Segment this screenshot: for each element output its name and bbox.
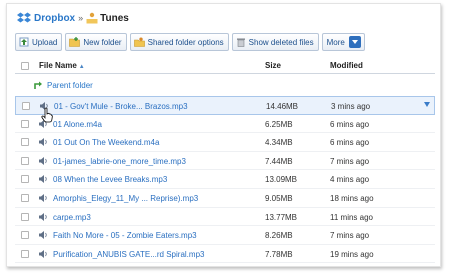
- dropbox-window: Dropbox » Tunes Upload New folder Shared…: [6, 3, 441, 267]
- parent-folder-link[interactable]: Parent folder: [33, 81, 93, 90]
- row-checkbox[interactable]: [21, 212, 29, 221]
- dropbox-logo-icon: [17, 12, 31, 23]
- breadcrumb-current: Tunes: [100, 12, 129, 24]
- file-size: 7.44MB: [265, 156, 293, 166]
- new-folder-icon: [69, 37, 81, 47]
- row-checkbox[interactable]: [21, 175, 29, 184]
- sort-ascending-icon: ▲: [78, 64, 85, 70]
- more-label: More: [326, 37, 345, 47]
- breadcrumb: Dropbox » Tunes: [17, 10, 129, 26]
- upload-label: Upload: [32, 37, 58, 47]
- column-header-size[interactable]: Size: [265, 61, 281, 70]
- column-header-name-label: File Name: [39, 61, 77, 70]
- file-name-link[interactable]: 08 When the Levee Breaks.mp3: [53, 175, 167, 184]
- audio-file-icon: [39, 193, 47, 202]
- audio-file-icon: [39, 212, 47, 221]
- row-checkbox[interactable]: [21, 119, 29, 128]
- row-checkbox[interactable]: [21, 249, 29, 258]
- shared-folder-icon: [86, 12, 98, 24]
- row-menu-chevron-icon[interactable]: [424, 102, 430, 107]
- file-name-link[interactable]: Amorphis_Elegy_11_My ... Reprise).mp3: [53, 194, 198, 203]
- file-name-link[interactable]: Purification_ANUBIS GATE...rd Spiral.mp3: [53, 250, 204, 259]
- file-size: 14.46MB: [266, 102, 299, 111]
- audio-file-icon: [39, 249, 47, 258]
- file-list: 01 - Gov't Mule - Broke... Brazos.mp3 14…: [15, 96, 435, 264]
- file-modified: 4 mins ago: [330, 175, 370, 185]
- chevron-down-icon: [348, 36, 361, 48]
- new-folder-label: New folder: [83, 37, 122, 47]
- audio-file-icon: [39, 231, 47, 240]
- file-modified: 11 mins ago: [330, 212, 373, 222]
- file-name-link[interactable]: 01 Alone.m4a: [53, 120, 102, 129]
- show-deleted-files-label: Show deleted files: [248, 37, 314, 47]
- audio-file-icon: [39, 156, 47, 165]
- show-deleted-files-button[interactable]: Show deleted files: [231, 33, 319, 51]
- row-checkbox[interactable]: [21, 156, 29, 165]
- file-size: 13.77MB: [265, 212, 298, 222]
- file-size: 4.34MB: [265, 138, 293, 148]
- table-row[interactable]: 01 Alone.m4a 6.25MB 6 mins ago: [15, 115, 435, 134]
- file-name-link[interactable]: Faith No More - 05 - Zombie Eaters.mp3: [53, 231, 197, 240]
- table-row[interactable]: 01 Out On The Weekend.m4a 4.34MB 6 mins …: [15, 133, 435, 152]
- table-row[interactable]: 01 - Gov't Mule - Broke... Brazos.mp3 14…: [15, 96, 435, 115]
- upload-icon: [19, 37, 29, 47]
- table-header: File Name ▲ Size Modified: [15, 58, 435, 74]
- trash-icon: [236, 38, 245, 47]
- file-name-link[interactable]: 01 - Gov't Mule - Broke... Brazos.mp3: [54, 102, 188, 111]
- file-size: 8.26MB: [265, 231, 293, 241]
- file-modified: 7 mins ago: [330, 231, 370, 241]
- upload-button[interactable]: Upload: [15, 33, 63, 51]
- hand-cursor-icon: [41, 107, 53, 123]
- file-size: 13.09MB: [265, 175, 298, 185]
- select-all-checkbox[interactable]: [21, 62, 29, 70]
- file-modified: 3 mins ago: [331, 102, 371, 111]
- row-checkbox[interactable]: [22, 102, 30, 110]
- shared-folder-options-label: Shared folder options: [147, 37, 224, 47]
- breadcrumb-root-link[interactable]: Dropbox: [34, 13, 75, 24]
- file-modified: 18 mins ago: [330, 193, 374, 203]
- file-size: 7.78MB: [265, 249, 293, 259]
- file-size: 9.05MB: [265, 193, 293, 203]
- table-row[interactable]: carpe.mp3 13.77MB 11 mins ago: [15, 208, 435, 227]
- column-header-name[interactable]: File Name ▲: [39, 61, 85, 70]
- more-menu-button[interactable]: More: [321, 33, 365, 51]
- table-row[interactable]: 08 When the Levee Breaks.mp3 13.09MB 4 m…: [15, 170, 435, 189]
- shared-folder-options-icon: [133, 37, 145, 47]
- toolbar: Upload New folder Shared folder options …: [15, 33, 365, 51]
- table-row[interactable]: Faith No More - 05 - Zombie Eaters.mp3 8…: [15, 226, 435, 245]
- parent-folder-label: Parent folder: [47, 81, 93, 90]
- shared-folder-options-button[interactable]: Shared folder options: [129, 33, 229, 51]
- file-name-link[interactable]: carpe.mp3: [53, 213, 91, 222]
- up-arrow-icon: [34, 81, 42, 89]
- file-modified: 7 mins ago: [330, 156, 370, 166]
- table-row[interactable]: 01-james_labrie-one_more_time.mp3 7.44MB…: [15, 152, 435, 171]
- file-modified: 6 mins ago: [330, 119, 370, 129]
- file-name-link[interactable]: 01 Out On The Weekend.m4a: [53, 138, 159, 147]
- file-size: 6.25MB: [265, 119, 293, 129]
- row-checkbox[interactable]: [21, 193, 29, 202]
- table-row[interactable]: Purification_ANUBIS GATE...rd Spiral.mp3…: [15, 245, 435, 264]
- file-modified: 19 mins ago: [330, 249, 374, 259]
- row-checkbox[interactable]: [21, 231, 29, 240]
- file-name-link[interactable]: 01-james_labrie-one_more_time.mp3: [53, 157, 186, 166]
- audio-file-icon: [39, 138, 47, 147]
- new-folder-button[interactable]: New folder: [65, 33, 127, 51]
- row-checkbox[interactable]: [21, 138, 29, 147]
- breadcrumb-separator: »: [78, 13, 84, 23]
- file-modified: 6 mins ago: [330, 138, 370, 148]
- column-header-modified[interactable]: Modified: [330, 61, 363, 70]
- audio-file-icon: [39, 175, 47, 184]
- table-row[interactable]: Amorphis_Elegy_11_My ... Reprise).mp3 9.…: [15, 189, 435, 208]
